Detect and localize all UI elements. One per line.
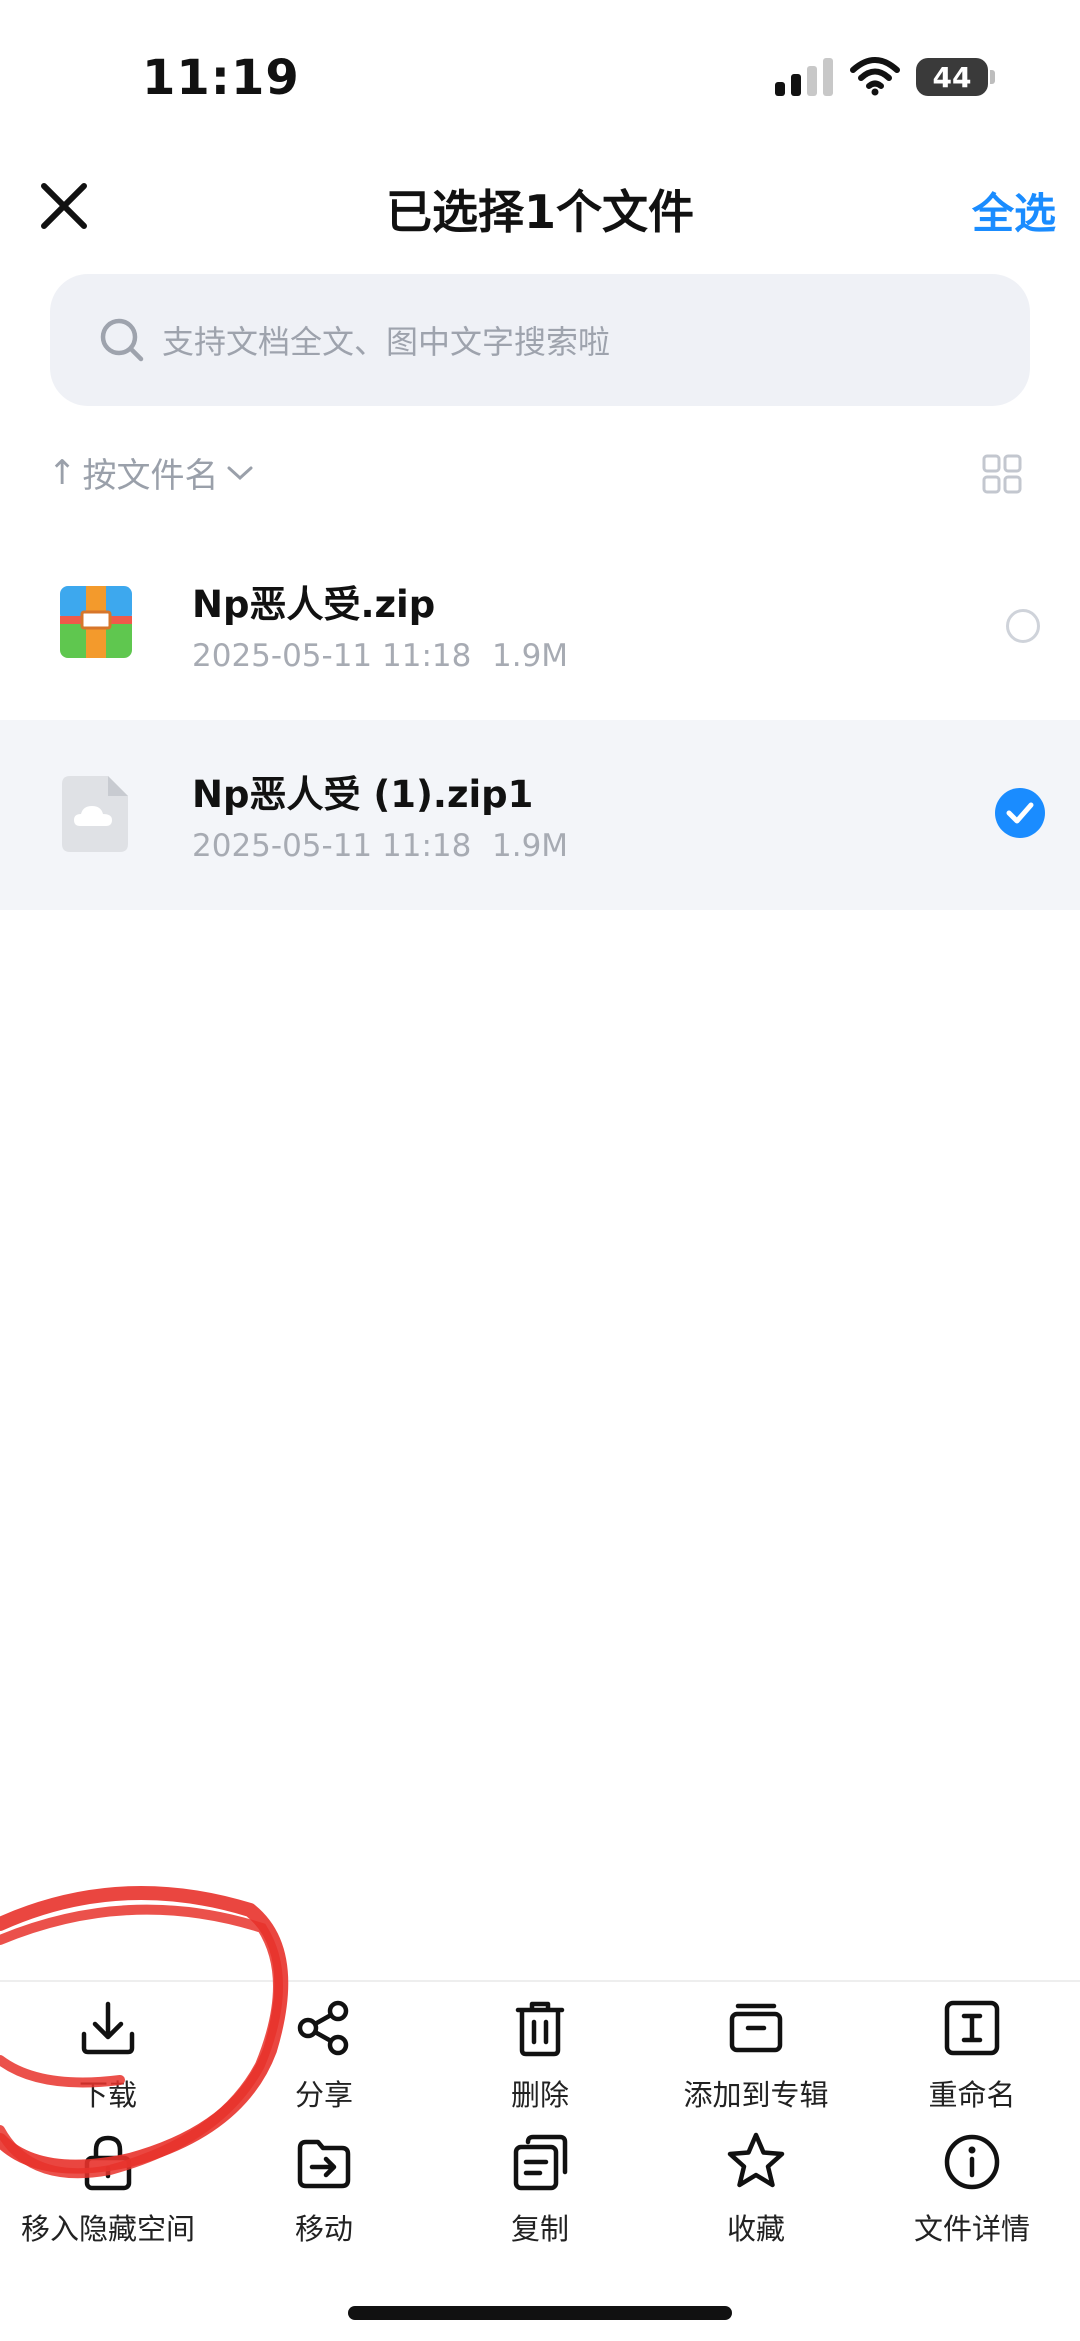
battery-tip xyxy=(990,70,995,84)
share-label: 分享 xyxy=(294,2078,353,2112)
lock-icon xyxy=(84,2135,132,2191)
download-icon xyxy=(81,2001,135,2055)
favorite-label: 收藏 xyxy=(726,2212,785,2246)
file-date: 2025-05-11 11:18 xyxy=(192,828,472,864)
file-name: Np恶人受 (1).zip1 xyxy=(192,773,534,816)
page-title: 已选择1个文件 xyxy=(385,185,694,239)
move-icon xyxy=(297,2139,351,2189)
search-input[interactable]: 支持文档全文、图中文字搜索啦 xyxy=(50,274,1030,406)
sort-label: 按文件名 xyxy=(82,456,219,496)
search-icon xyxy=(100,318,144,362)
rename-label: 重命名 xyxy=(928,2078,1016,2112)
file-name: Np恶人受.zip xyxy=(192,583,436,626)
favorite-button[interactable]: 收藏 xyxy=(648,2130,864,2248)
copy-icon xyxy=(513,2134,568,2191)
download-button[interactable]: 下载 xyxy=(0,1996,216,2114)
share-icon xyxy=(297,2000,349,2056)
zip-archive-icon xyxy=(60,586,132,662)
move-label: 移动 xyxy=(294,2212,353,2246)
delete-label: 删除 xyxy=(510,2078,569,2112)
home-indicator xyxy=(348,2306,732,2320)
toolbar-divider xyxy=(0,1980,1080,1982)
select-all-button[interactable]: 全选 xyxy=(972,180,1056,241)
file-row[interactable]: Np恶人受.zip 2025-05-11 11:18 1.9M xyxy=(0,530,1080,720)
share-button[interactable]: 分享 xyxy=(216,1996,432,2114)
file-row-selected[interactable]: Np恶人受 (1).zip1 2025-05-11 11:18 1.9M xyxy=(0,720,1080,910)
file-size: 1.9M xyxy=(492,828,569,864)
move-to-hidden-space-button[interactable]: 移入隐藏空间 xyxy=(0,2130,216,2248)
file-select-checkbox[interactable] xyxy=(995,788,1045,838)
file-details-label: 文件详情 xyxy=(913,2212,1030,2246)
add-to-album-button[interactable]: 添加到专辑 xyxy=(648,1996,864,2114)
delete-button[interactable]: 删除 xyxy=(432,1996,648,2114)
grid-view-toggle[interactable] xyxy=(982,454,1022,498)
file-size: 1.9M xyxy=(492,638,569,674)
file-select-radio[interactable] xyxy=(1006,609,1040,643)
cellular-signal-icon xyxy=(775,56,833,96)
sort-arrow-up-icon: ↑ xyxy=(48,452,77,493)
sort-dropdown[interactable]: ↑ 按文件名 xyxy=(48,448,255,497)
file-details-button[interactable]: 文件详情 xyxy=(864,2130,1080,2248)
rename-icon xyxy=(944,2000,1000,2056)
wifi-icon xyxy=(850,56,900,100)
search-placeholder: 支持文档全文、图中文字搜索啦 xyxy=(162,323,611,361)
grid-view-icon xyxy=(982,454,1022,494)
copy-label: 复制 xyxy=(510,2212,569,2246)
album-icon xyxy=(729,2003,783,2053)
add-to-album-label: 添加到专辑 xyxy=(683,2078,829,2112)
rename-button[interactable]: 重命名 xyxy=(864,1996,1080,2114)
star-icon xyxy=(727,2132,785,2188)
copy-button[interactable]: 复制 xyxy=(432,2130,648,2248)
move-to-hidden-space-label: 移入隐藏空间 xyxy=(20,2212,195,2246)
cloud-file-icon xyxy=(62,776,128,856)
checkmark-icon xyxy=(1006,802,1034,824)
move-button[interactable]: 移动 xyxy=(216,2130,432,2248)
info-icon xyxy=(944,2134,1000,2190)
download-label: 下载 xyxy=(78,2078,137,2112)
battery-indicator: 44 xyxy=(916,58,988,96)
status-time: 11:19 xyxy=(142,50,300,106)
chevron-down-icon xyxy=(227,466,252,480)
trash-icon xyxy=(515,2001,565,2057)
file-date: 2025-05-11 11:18 xyxy=(192,638,472,674)
